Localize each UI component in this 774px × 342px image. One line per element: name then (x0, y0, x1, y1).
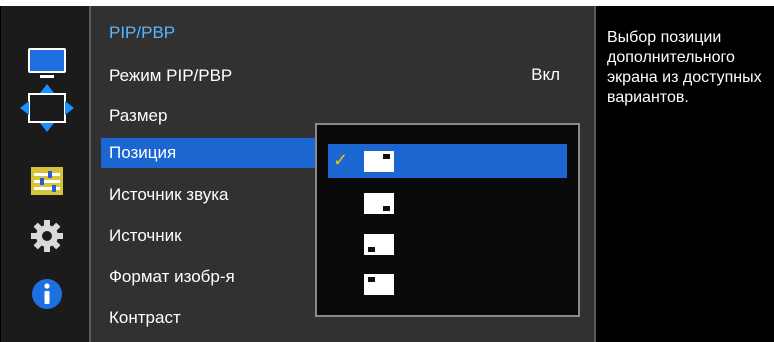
position-options-popup: ✓ (315, 123, 580, 317)
rail-item-information[interactable] (15, 274, 79, 314)
monitor-icon (28, 48, 66, 78)
category-rail (0, 6, 90, 342)
menu-item-label: Источник звука (109, 185, 229, 204)
pip-top-right-icon (364, 151, 394, 172)
menu-item-pip-pbp-mode[interactable]: Режим PIP/PBP (109, 61, 389, 91)
pip-bottom-left-icon (364, 234, 394, 255)
rail-item-picture[interactable] (15, 44, 79, 84)
rail-item-system[interactable] (15, 161, 79, 201)
rail-item-onscreen-display[interactable] (15, 84, 79, 132)
position-option-top-right[interactable]: ✓ (328, 144, 567, 178)
menu-item-label: Размер (109, 106, 168, 125)
position-option-top-left[interactable] (328, 267, 567, 301)
pip-top-left-icon (364, 274, 394, 295)
menu-item-label: Источник (109, 226, 182, 245)
pip-pbp-mode-value: Вкл (531, 65, 560, 84)
rail-item-settings[interactable] (15, 216, 79, 256)
sliders-icon (31, 167, 63, 195)
position-option-bottom-right[interactable] (328, 186, 567, 220)
menu-item-label: Режим PIP/PBP (109, 66, 233, 85)
info-icon (32, 279, 62, 309)
pip-bottom-right-icon (364, 193, 394, 214)
help-panel: Выбор позиции дополнительного экрана из … (596, 6, 774, 342)
gear-icon (31, 220, 63, 252)
position-option-bottom-left[interactable] (328, 227, 567, 261)
menu-item-label: Контраст (109, 308, 181, 327)
menu-item-label: Формат изобр-я (109, 267, 235, 286)
position-arrows-icon (20, 84, 74, 132)
checkmark-icon: ✓ (333, 150, 349, 170)
menu-item-label: Позиция (109, 143, 177, 162)
menu-title: PIP/PBP (109, 23, 176, 42)
osd-screen: PIP/PBP Режим PIP/PBP Вкл Размер Позиция… (0, 0, 774, 342)
help-text: Выбор позиции дополнительного экрана из … (607, 29, 762, 106)
